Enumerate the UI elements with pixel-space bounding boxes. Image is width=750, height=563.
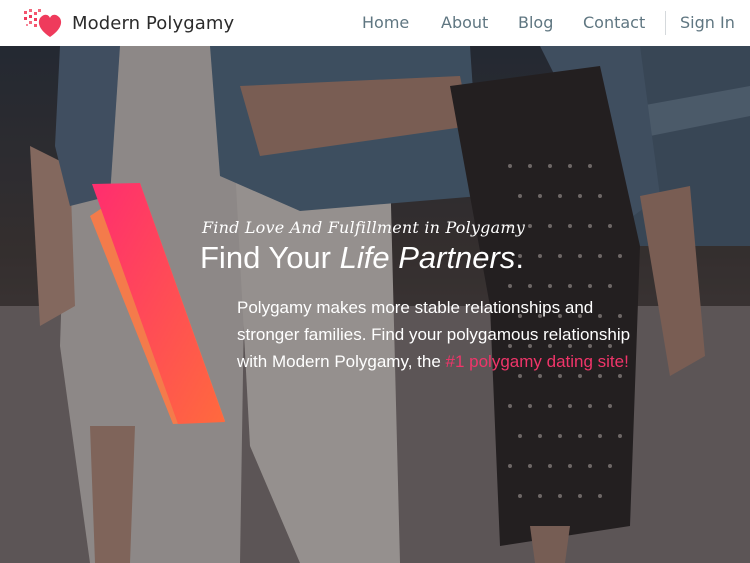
headline-end: . [515, 240, 524, 275]
description-line: stronger families. Find your polygamous … [237, 325, 631, 344]
headline-emphasis: Life Partners [339, 240, 516, 275]
page: Modern Polygamy Home About Blog Contact … [0, 0, 750, 563]
headline-start: Find Your [200, 240, 340, 275]
nav-home[interactable]: Home [362, 12, 409, 34]
description-line-text: with Modern Polygamy, the [237, 352, 446, 371]
nav-divider [665, 11, 666, 35]
hero-description: Polygamy makes more stable relationships… [237, 294, 677, 375]
hero-headline: Find Your Life Partners. [200, 238, 524, 278]
sign-in-link[interactable]: Sign In [680, 12, 735, 34]
nav-contact[interactable]: Contact [583, 12, 645, 34]
nav-blog[interactable]: Blog [518, 12, 553, 34]
main-nav: Home About Blog Contact Sign In [0, 0, 750, 46]
hero-section: Find Love And Fulfillment in Polygamy Fi… [0, 46, 750, 563]
description-line: Polygamy makes more stable relationships… [237, 298, 594, 317]
nav-about[interactable]: About [441, 12, 488, 34]
description-line: with Modern Polygamy, the #1 polygamy da… [237, 348, 677, 375]
site-header: Modern Polygamy Home About Blog Contact … [0, 0, 750, 46]
hero-tagline: Find Love And Fulfillment in Polygamy [202, 218, 525, 237]
dating-site-highlight: #1 polygamy dating site! [445, 352, 629, 371]
